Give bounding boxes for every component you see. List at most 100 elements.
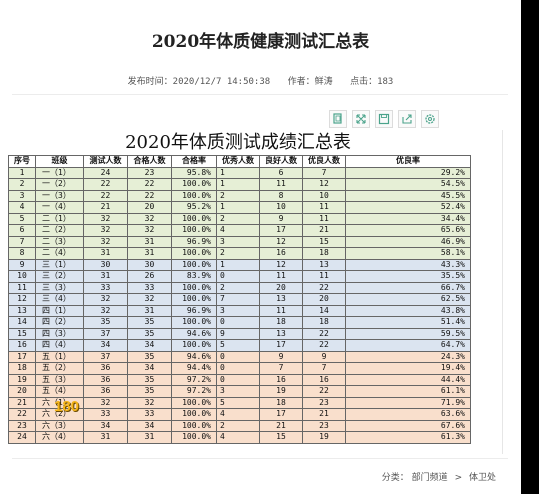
excellent-good-rate-cell: 34.4% bbox=[345, 212, 471, 225]
row-index-cell: 18 bbox=[8, 362, 36, 375]
good-count-cell: 11 bbox=[259, 270, 303, 283]
excellent-good-count-cell: 16 bbox=[302, 373, 346, 386]
excellent-count-cell: 3 bbox=[216, 304, 260, 317]
tested-count-cell: 31 bbox=[83, 270, 128, 283]
good-count-cell: 13 bbox=[259, 327, 303, 340]
pass-rate-cell: 100.0% bbox=[171, 293, 217, 306]
excellent-count-cell: 5 bbox=[216, 396, 260, 409]
share-icon[interactable] bbox=[398, 110, 416, 128]
class-name-cell: 四（1） bbox=[35, 304, 84, 317]
pass-rate-cell: 100.0% bbox=[171, 281, 217, 294]
copy-icon[interactable] bbox=[329, 110, 347, 128]
class-name-cell: 一（4） bbox=[35, 201, 84, 214]
pass-rate-cell: 95.2% bbox=[171, 201, 217, 214]
excellent-good-rate-cell: 65.6% bbox=[345, 224, 471, 237]
pass-rate-cell: 100.0% bbox=[171, 339, 217, 352]
tested-count-cell: 36 bbox=[83, 362, 128, 375]
category-label: 分类： bbox=[381, 473, 409, 483]
click-count: 点击：183 bbox=[350, 77, 394, 87]
settings-icon[interactable] bbox=[421, 110, 439, 128]
excellent-good-count-cell: 23 bbox=[302, 396, 346, 409]
table-row: 8 二（4） 31 31 100.0% 2 16 18 58.1% bbox=[8, 247, 471, 260]
passed-count-cell: 35 bbox=[127, 316, 172, 329]
excellent-good-rate-cell: 58.1% bbox=[345, 247, 471, 260]
class-name-cell: 六（3） bbox=[35, 419, 84, 432]
class-name-cell: 四（2） bbox=[35, 316, 84, 329]
article-page: 2020年体质健康测试汇总表 发布时间：2020/12/7 14:50:38 作… bbox=[0, 0, 521, 494]
article-meta: 发布时间：2020/12/7 14:50:38 作者：鲜涛 点击：183 bbox=[0, 74, 521, 87]
passed-count-cell: 32 bbox=[127, 224, 172, 237]
excellent-good-rate-cell: 29.2% bbox=[345, 166, 471, 179]
breadcrumb-separator: > bbox=[454, 473, 463, 483]
tested-count-cell: 32 bbox=[83, 235, 128, 248]
class-name-cell: 一（3） bbox=[35, 189, 84, 202]
pass-rate-cell: 97.2% bbox=[171, 373, 217, 386]
table-row: 17 五（1） 37 35 94.6% 0 9 9 24.3% bbox=[8, 350, 471, 363]
excellent-count-cell: 0 bbox=[216, 270, 260, 283]
table-row: 19 五（3） 36 35 97.2% 0 16 16 44.4% bbox=[8, 373, 471, 386]
row-index-cell: 17 bbox=[8, 350, 36, 363]
good-count-cell: 20 bbox=[259, 281, 303, 294]
passed-count-cell: 35 bbox=[127, 385, 172, 398]
excellent-good-rate-cell: 66.7% bbox=[345, 281, 471, 294]
sheet-scrollbar[interactable] bbox=[502, 130, 503, 454]
table-header-row: 序号 班级 测试人数 合格人数 合格率 优秀人数 良好人数 优良人数 优良率 bbox=[8, 155, 471, 168]
class-name-cell: 五（1） bbox=[35, 350, 84, 363]
fullscreen-icon[interactable] bbox=[352, 110, 370, 128]
excellent-good-count-cell: 22 bbox=[302, 385, 346, 398]
table-row: 10 三（2） 31 26 83.9% 0 11 11 35.5% bbox=[8, 270, 471, 283]
excellent-count-cell: 2 bbox=[216, 247, 260, 260]
row-index-cell: 5 bbox=[8, 212, 36, 225]
class-name-cell: 二（4） bbox=[35, 247, 84, 260]
row-index-cell: 1 bbox=[8, 166, 36, 179]
pass-rate-cell: 94.6% bbox=[171, 350, 217, 363]
pass-rate-cell: 100.0% bbox=[171, 431, 217, 444]
excellent-count-cell: 4 bbox=[216, 431, 260, 444]
category-link[interactable]: 部门频道 bbox=[412, 473, 448, 483]
save-icon[interactable] bbox=[375, 110, 393, 128]
excellent-count-cell: 2 bbox=[216, 189, 260, 202]
tested-count-cell: 37 bbox=[83, 327, 128, 340]
pass-rate-cell: 100.0% bbox=[171, 408, 217, 421]
excellent-good-count-cell: 23 bbox=[302, 419, 346, 432]
excellent-good-count-cell: 20 bbox=[302, 293, 346, 306]
tested-count-cell: 33 bbox=[83, 408, 128, 421]
row-index-cell: 11 bbox=[8, 281, 36, 294]
publish-time: 发布时间：2020/12/7 14:50:38 bbox=[127, 77, 271, 87]
good-count-cell: 18 bbox=[259, 396, 303, 409]
subcategory-link[interactable]: 体卫处 bbox=[469, 473, 496, 483]
class-name-cell: 五（2） bbox=[35, 362, 84, 375]
row-index-cell: 9 bbox=[8, 258, 36, 271]
excellent-count-cell: 9 bbox=[216, 327, 260, 340]
excellent-good-count-cell: 12 bbox=[302, 178, 346, 191]
class-name-cell: 三（2） bbox=[35, 270, 84, 283]
author: 作者：鲜涛 bbox=[287, 77, 333, 87]
tested-count-cell: 36 bbox=[83, 373, 128, 386]
excellent-good-rate-cell: 64.7% bbox=[345, 339, 471, 352]
passed-count-cell: 31 bbox=[127, 304, 172, 317]
excellent-good-count-cell: 13 bbox=[302, 258, 346, 271]
tested-count-cell: 34 bbox=[83, 419, 128, 432]
good-count-cell: 11 bbox=[259, 178, 303, 191]
table-row: 23 六（3） 34 34 100.0% 2 21 23 67.6% bbox=[8, 419, 471, 432]
excellent-count-cell: 0 bbox=[216, 373, 260, 386]
good-count-cell: 11 bbox=[259, 304, 303, 317]
row-index-cell: 3 bbox=[8, 189, 36, 202]
good-count-cell: 9 bbox=[259, 350, 303, 363]
row-index-cell: 2 bbox=[8, 178, 36, 191]
excellent-good-rate-cell: 35.5% bbox=[345, 270, 471, 283]
column-header: 序号 bbox=[8, 155, 36, 168]
table-row: 20 五（4） 36 35 97.2% 3 19 22 61.1% bbox=[8, 385, 471, 398]
good-count-cell: 21 bbox=[259, 419, 303, 432]
table-row: 24 六（4） 31 31 100.0% 4 15 19 61.3% bbox=[8, 431, 471, 444]
row-index-cell: 14 bbox=[8, 316, 36, 329]
row-index-cell: 15 bbox=[8, 327, 36, 340]
table-row: 11 三（3） 33 33 100.0% 2 20 22 66.7% bbox=[8, 281, 471, 294]
excellent-count-cell: 1 bbox=[216, 178, 260, 191]
excellent-count-cell: 3 bbox=[216, 385, 260, 398]
good-count-cell: 17 bbox=[259, 339, 303, 352]
tested-count-cell: 31 bbox=[83, 247, 128, 260]
passed-count-cell: 32 bbox=[127, 212, 172, 225]
excellent-count-cell: 5 bbox=[216, 339, 260, 352]
excellent-good-rate-cell: 45.5% bbox=[345, 189, 471, 202]
